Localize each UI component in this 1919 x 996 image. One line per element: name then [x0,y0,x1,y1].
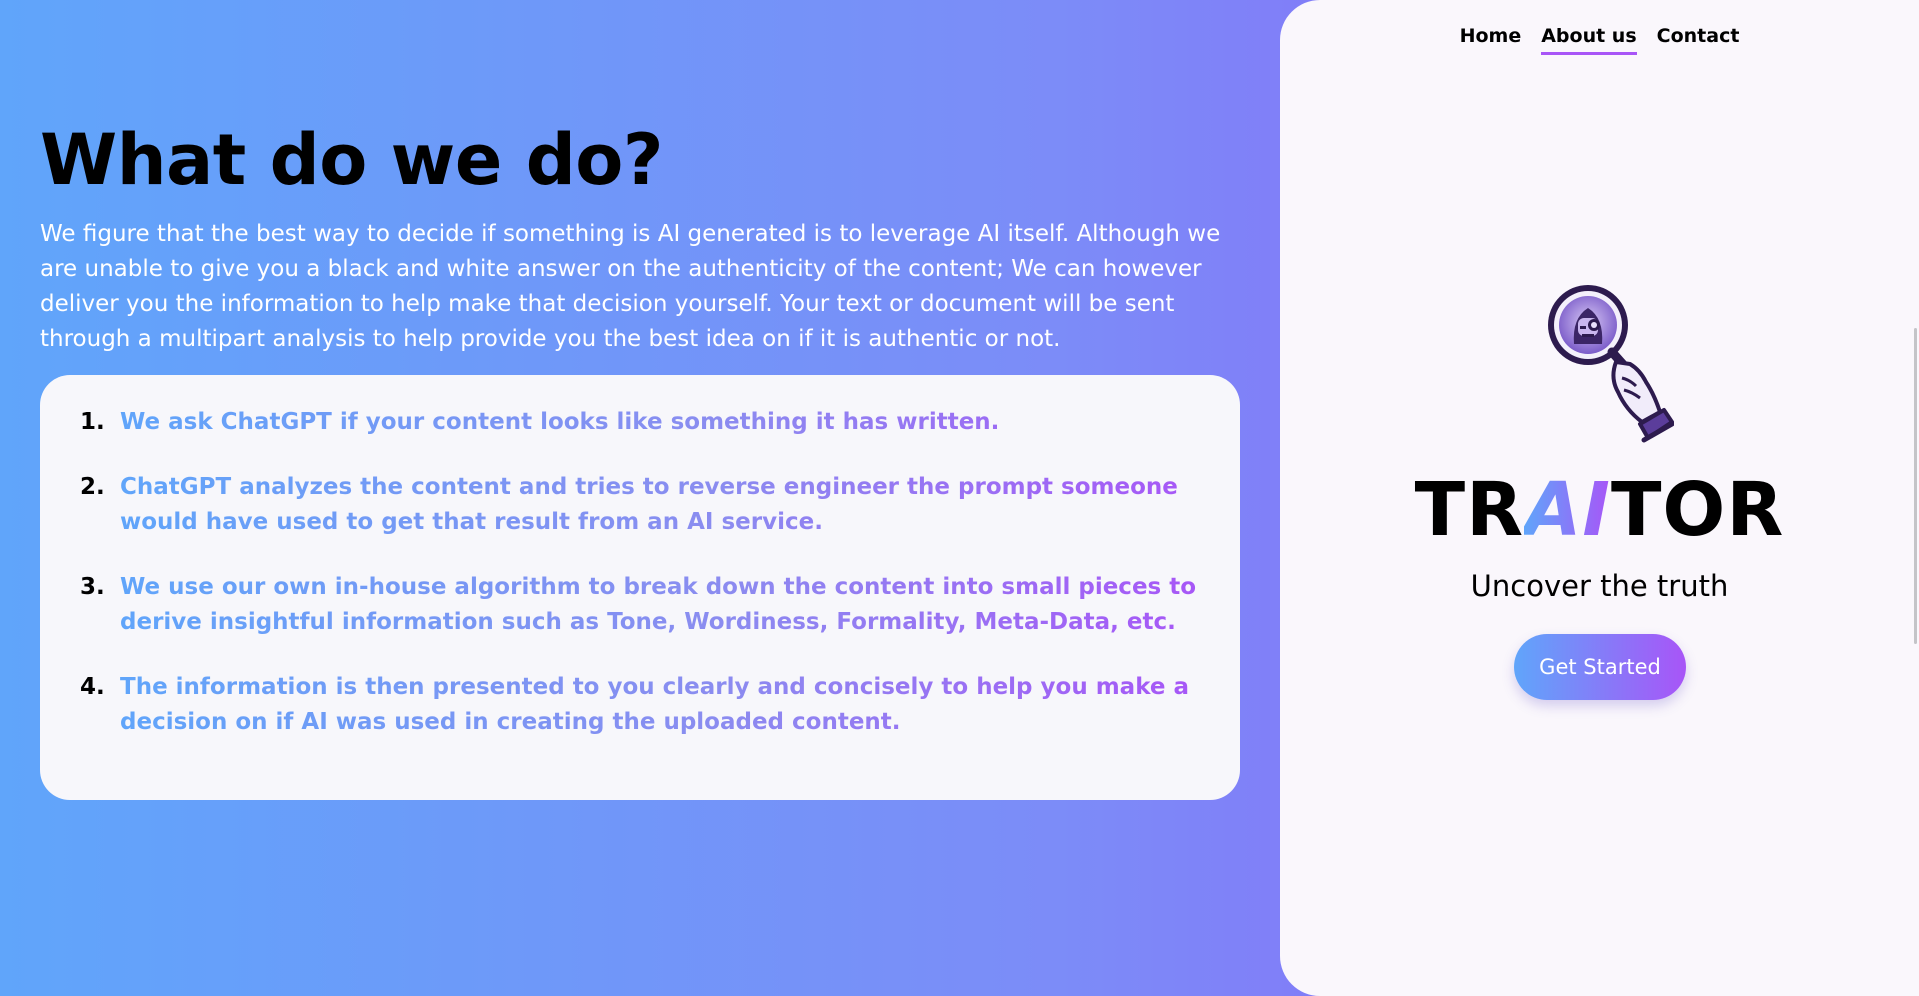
page-title: What do we do? [40,119,664,201]
step-text: We ask ChatGPT if your content looks lik… [120,405,1210,440]
step-text: We use our own in-house algorithm to bre… [120,570,1210,640]
step-item: 3. We use our own in-house algorithm to … [80,570,1210,640]
step-item: 1. We ask ChatGPT if your content looks … [80,405,1210,440]
nav-about-link[interactable]: About us [1541,22,1637,55]
step-number: 3. [80,574,105,600]
intro-paragraph: We figure that the best way to decide if… [40,221,1221,352]
tagline: Uncover the truth [1470,569,1729,603]
top-nav: Home About us Contact [1280,22,1919,55]
steps-card: 1. We ask ChatGPT if your content looks … [40,375,1240,800]
brand-panel: Home About us Contact TRAITOR Uncover th… [1280,0,1919,996]
nav-contact-link[interactable]: Contact [1657,22,1740,55]
steps-list: 1. We ask ChatGPT if your content looks … [80,405,1210,770]
step-number: 1. [80,409,105,435]
step-text: The information is then presented to you… [120,670,1210,740]
brand-prefix: TR [1414,467,1525,553]
get-started-button[interactable]: Get Started [1514,634,1686,700]
scrollbar[interactable] [1907,0,1919,996]
nav-home-link[interactable]: Home [1460,22,1522,55]
magnifying-glass-robot-icon [1544,282,1675,457]
step-text: ChatGPT analyzes the content and tries t… [120,470,1210,540]
page: What do we do? We figure that the best w… [0,0,1919,996]
brand-wordmark: TRAITOR [1280,468,1919,552]
brand-highlight: AI [1524,467,1611,553]
step-item: 2. ChatGPT analyzes the content and trie… [80,470,1210,540]
scrollbar-thumb[interactable] [1914,328,1917,644]
brand-suffix: TOR [1610,467,1785,553]
step-item: 4. The information is then presented to … [80,670,1210,740]
step-number: 2. [80,474,105,500]
step-number: 4. [80,674,105,700]
